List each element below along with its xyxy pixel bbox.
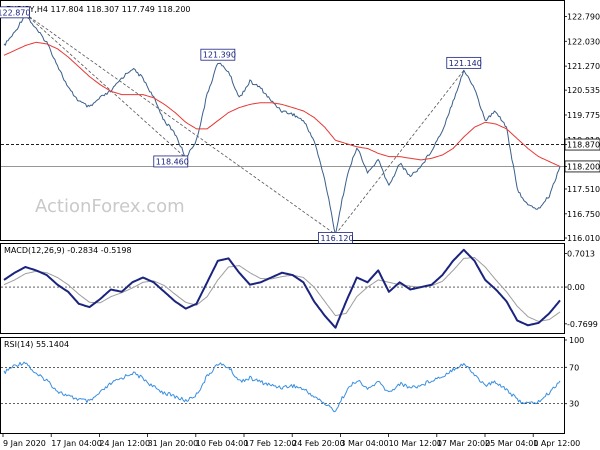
- rsi-tick-label: 70: [569, 363, 579, 372]
- x-tick-label: 17 Mar 20:00: [437, 439, 490, 448]
- x-axis: 9 Jan 2020 17 Jan 04:0024 Jan 12:0031 Jan…: [2, 434, 580, 448]
- macd-y-axis: 0.7013 0.00 -0.7699: [564, 250, 598, 329]
- chart-root: ActionForex.com EURJPY,H4 117.804 118.30…: [0, 0, 600, 450]
- chart-canvas: ActionForex.com EURJPY,H4 117.804 118.30…: [0, 0, 600, 448]
- rsi-series-group: [1, 361, 564, 413]
- macd-series-line: [3, 248, 561, 329]
- macd-panel-header: MACD(12,26,9) -0.2834 -0.5198: [4, 246, 132, 255]
- trendline-3: [335, 70, 465, 235]
- price-tick-label: 119.775: [567, 111, 600, 120]
- price-tick-label: 116.750: [567, 210, 600, 219]
- x-tick-label: 25 Mar 04:00: [485, 439, 538, 448]
- x-tick-label: 10 Mar 12:00: [389, 439, 442, 448]
- rsi-tick-label: 30: [569, 400, 579, 409]
- annotation-label: 116.120: [320, 234, 353, 243]
- rsi-panel-header: RSI(14) 55.1404: [4, 340, 69, 349]
- price-panel-header: EURJPY,H4 117.804 118.307 117.749 118.20…: [6, 5, 191, 14]
- price-tick-label: 117.510: [567, 185, 600, 194]
- x-tick-label: 10 Feb 04:00: [196, 439, 248, 448]
- x-tick-label: 17 Feb 12:00: [244, 439, 296, 448]
- rsi-series-line: [3, 361, 561, 413]
- x-tick-label: 1 Apr 12:00: [533, 439, 580, 448]
- price-tick-label: 122.030: [567, 37, 600, 46]
- price-tick-label: 118.870: [567, 141, 600, 150]
- x-tick-label: 3 Mar 04:00: [340, 439, 388, 448]
- price-tick-label: 118.200: [567, 162, 600, 171]
- price-level-lines: [1, 144, 564, 167]
- rsi-tick-label: 100: [569, 336, 584, 345]
- x-tick-label: 24 Feb 20:00: [292, 439, 344, 448]
- price-tick-label: 116.010: [567, 234, 600, 243]
- trendline-1: [25, 13, 187, 159]
- macd-series-group: [1, 248, 564, 329]
- annotation-label: 118.460: [156, 157, 189, 166]
- x-tick-label: 17 Jan 04:00: [51, 439, 102, 448]
- price-tick-label: 122.790: [567, 12, 600, 21]
- annotation-label: 121.140: [449, 59, 482, 68]
- watermark-text: ActionForex.com: [35, 196, 185, 217]
- macd-panel-frame: [0, 243, 565, 334]
- x-tick-label: 9 Jan 2020: [3, 439, 46, 448]
- x-tick-label: 24 Jan 12:00: [99, 439, 150, 448]
- macd-tick-label: 0.00: [567, 283, 585, 292]
- annotation-label: 122.870: [0, 8, 30, 17]
- macd-tick-label: -0.7699: [567, 320, 598, 329]
- annotation-label: 121.390: [203, 51, 236, 60]
- macd-tick-label: 0.7013: [567, 250, 595, 259]
- x-tick-label: 31 Jan 20:00: [148, 439, 199, 448]
- signal-series-line: [3, 257, 561, 322]
- price-tick-label: 120.535: [567, 86, 600, 95]
- price-y-axis: 122.790122.030121.270120.535119.775119.0…: [564, 12, 600, 243]
- rsi-panel-frame: [0, 337, 565, 434]
- price-tick-label: 121.270: [567, 62, 600, 71]
- rsi-y-axis: 100 70 30: [564, 336, 584, 409]
